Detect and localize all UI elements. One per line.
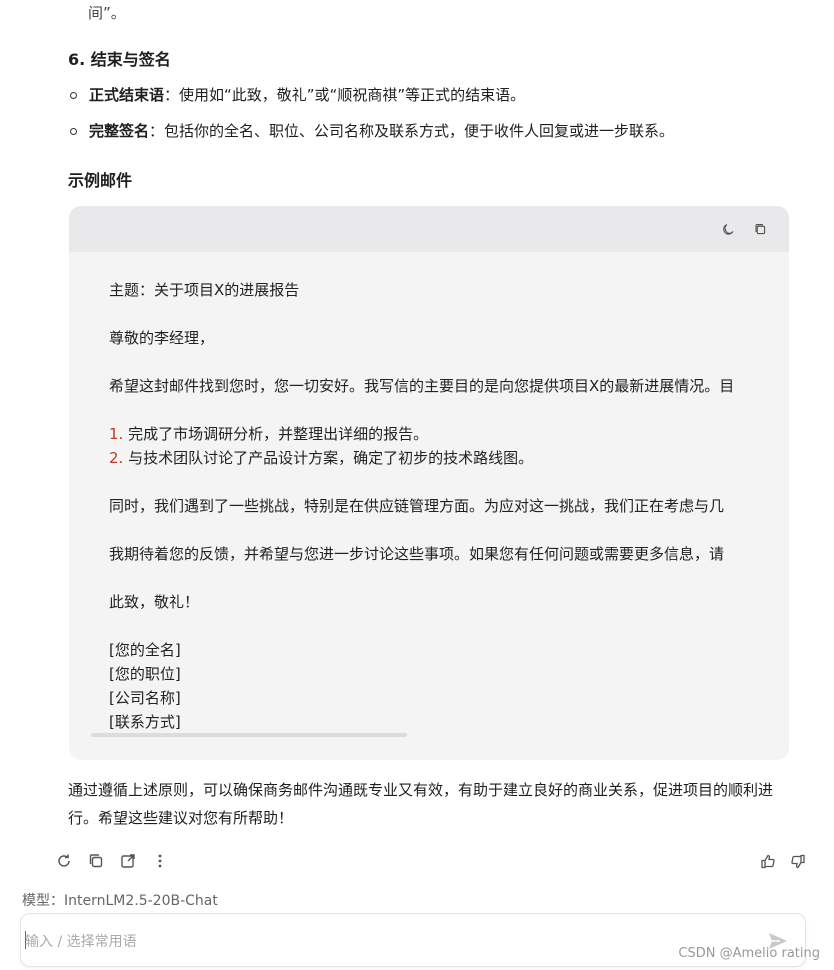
email-list-item: 1. 完成了市场调研分析，并整理出详细的报告。	[109, 425, 429, 443]
email-list-item: 2. 与技术团队讨论了产品设计方案，确定了初步的技术路线图。	[109, 449, 534, 467]
signature-company: [公司名称]	[109, 689, 181, 707]
bullet-text: ：使用如“此致，敬礼”或“顺祝商祺”等正式的结束语。	[164, 86, 526, 104]
email-signoff: 此致，敬礼！	[109, 593, 200, 611]
bullet-item: 完整签名 ：包括你的全名、职位、公司名称及联系方式，便于收件人回复或进一步联系。	[70, 120, 674, 142]
continued-text: 间”。	[88, 4, 126, 22]
email-subject: 主题：关于项目X的进展报告	[109, 281, 300, 299]
code-block: 主题：关于项目X的进展报告 尊敬的李经理， 希望这封邮件找到您时，您一切安好。我…	[69, 206, 789, 760]
bullet-circle-icon	[70, 127, 77, 135]
credit-watermark: CSDN @Amelio rating	[678, 946, 820, 961]
email-intro: 希望这封邮件找到您时，您一切安好。我写信的主要目的是向您提供项目X的最新进展情况…	[109, 377, 735, 395]
message-actions	[56, 853, 168, 869]
section-title: 6. 结束与签名	[68, 50, 171, 69]
share-icon[interactable]	[120, 853, 136, 869]
thumbs-up-icon[interactable]	[760, 853, 776, 869]
thumbs-down-icon[interactable]	[790, 853, 806, 869]
email-challenge: 同时，我们遇到了一些挑战，特别是在供应链管理方面。为应对这一挑战，我们正在考虑与…	[109, 497, 725, 515]
email-greeting: 尊敬的李经理，	[109, 329, 215, 347]
bullet-item: 正式结束语 ：使用如“此致，敬礼”或“顺祝商祺”等正式的结束语。	[70, 84, 525, 106]
copy-icon[interactable]	[753, 222, 767, 236]
example-title: 示例邮件	[68, 171, 133, 190]
theme-moon-icon[interactable]	[721, 222, 735, 236]
copy-icon[interactable]	[88, 853, 104, 869]
bullet-circle-icon	[70, 91, 77, 99]
signature-contact: [联系方式]	[109, 713, 181, 731]
bullet-bold: 正式结束语	[89, 86, 165, 104]
signature-name: [您的全名]	[109, 641, 181, 659]
regenerate-icon[interactable]	[56, 853, 72, 869]
bullet-text: ：包括你的全名、职位、公司名称及联系方式，便于收件人回复或进一步联系。	[149, 122, 675, 140]
more-icon[interactable]	[152, 853, 168, 869]
bullet-bold: 完整签名	[89, 122, 150, 140]
signature-title: [您的职位]	[109, 665, 181, 683]
code-block-header	[69, 206, 789, 252]
horizontal-scrollbar[interactable]	[91, 733, 407, 737]
summary-paragraph: 通过遵循上述原则，可以确保商务邮件沟通既专业又有效，有助于建立良好的商业关系，促…	[68, 781, 774, 827]
email-closing-request: 我期待着您的反馈，并希望与您进一步讨论这些事项。如果您有任何问题或需要更多信息，…	[109, 545, 725, 563]
input-placeholder: 输入 / 选择常用语	[25, 934, 137, 950]
model-label: 模型：InternLM2.5-20B-Chat	[22, 893, 218, 909]
email-content: 主题：关于项目X的进展报告 尊敬的李经理， 希望这封邮件找到您时，您一切安好。我…	[109, 278, 765, 734]
feedback-actions	[760, 853, 806, 869]
